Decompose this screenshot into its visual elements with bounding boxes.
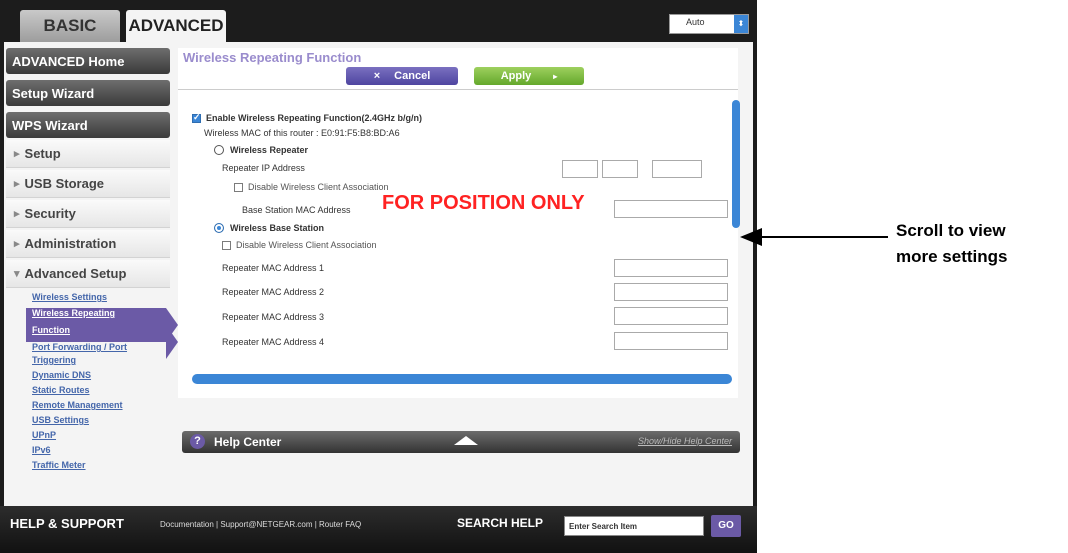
search-input[interactable]: Enter Search Item <box>564 516 704 536</box>
sublink-upnp[interactable]: UPnP <box>32 430 178 443</box>
sublink-remote-management[interactable]: Remote Management <box>32 400 178 413</box>
repeater-mac-3-label: Repeater MAC Address 3 <box>222 312 325 322</box>
sublink-usb-settings[interactable]: USB Settings <box>32 415 178 428</box>
expand-up-icon[interactable] <box>454 436 478 445</box>
apply-button[interactable]: Apply ▸ <box>474 67 584 85</box>
advanced-setup-submenu: Wireless Settings Wireless Repeating Fun… <box>26 292 178 473</box>
sidebar-item-advanced-setup[interactable]: ▾ Advanced Setup <box>6 260 170 288</box>
chevron-right-icon: ▸ <box>14 238 20 250</box>
repeater-mac-1-label: Repeater MAC Address 1 <box>222 263 325 273</box>
annotation-line-1: Scroll to view <box>896 221 1006 240</box>
language-select[interactable]: Auto ⬍ <box>669 14 749 34</box>
chevron-right-icon: ▸ <box>553 71 558 81</box>
repeater-mac-2-input[interactable] <box>614 283 728 301</box>
repeater-ip-label: Repeater IP Address <box>222 163 305 173</box>
setup-wizard-button[interactable]: Setup Wizard <box>6 80 170 106</box>
help-center-bar[interactable]: ? Help Center Show/Hide Help Center <box>182 431 740 453</box>
sidebar-item-usb-storage[interactable]: ▸ USB Storage <box>6 170 170 198</box>
enable-24ghz-row: Enable Wireless Repeating Function(2.4GH… <box>192 112 422 123</box>
show-hide-help-link[interactable]: Show/Hide Help Center <box>638 436 732 446</box>
sidebar-item-label: Setup <box>24 146 61 161</box>
help-support-title: HELP & SUPPORT <box>10 516 124 531</box>
annotation-line <box>756 236 888 238</box>
chevron-down-icon: ▾ <box>14 268 20 280</box>
disable-assoc-label-2: Disable Wireless Client Association <box>236 240 377 250</box>
wireless-base-station-label: Wireless Base Station <box>230 223 324 233</box>
sublink-dynamic-dns[interactable]: Dynamic DNS <box>32 370 178 383</box>
repeater-mac-4-input[interactable] <box>614 332 728 350</box>
chevron-right-icon: ▸ <box>14 148 20 160</box>
sublink-wireless-settings[interactable]: Wireless Settings <box>32 292 178 305</box>
base-station-mac-label: Base Station MAC Address <box>242 205 351 215</box>
horizontal-scrollbar[interactable] <box>192 374 732 384</box>
router-mac-label: Wireless MAC of this router : E0:91:F5:B… <box>204 128 400 138</box>
repeater-mac-4-label: Repeater MAC Address 4 <box>222 337 325 347</box>
repeater-ip-octet-4[interactable] <box>602 160 638 178</box>
annotation-line-2: more settings <box>896 247 1008 266</box>
sidebar-item-label: Advanced Setup <box>24 266 127 281</box>
chevron-right-icon: ▸ <box>14 208 20 220</box>
language-value: Auto <box>686 17 705 27</box>
tab-bar: BASIC ADVANCED Auto ⬍ <box>0 0 757 42</box>
disable-assoc-checkbox-1[interactable] <box>234 182 243 192</box>
help-center-title: Help Center <box>214 435 282 449</box>
sidebar-item-label: Administration <box>24 236 117 251</box>
dropdown-arrows-icon: ⬍ <box>734 15 748 33</box>
disable-assoc-row-2: Disable Wireless Client Association <box>222 240 377 250</box>
sublink-traffic-meter[interactable]: Traffic Meter <box>32 460 178 473</box>
sidebar-item-security[interactable]: ▸ Security <box>6 200 170 228</box>
content-area: Wireless Repeating Function × Cancel Appl… <box>178 48 740 398</box>
page-title: Wireless Repeating Function <box>183 50 362 65</box>
advanced-home-button[interactable]: ADVANCED Home <box>6 48 170 74</box>
wireless-base-station-row: Wireless Base Station <box>214 223 324 233</box>
wps-wizard-button[interactable]: WPS Wizard <box>6 112 170 138</box>
sidebar-item-label: Security <box>24 206 76 221</box>
repeater-mac-1-input[interactable] <box>614 259 728 277</box>
wireless-repeater-radio[interactable] <box>214 145 224 155</box>
vertical-scroll-thumb[interactable] <box>732 100 740 228</box>
close-icon: × <box>373 70 381 82</box>
for-position-only-watermark: FOR POSITION ONLY <box>382 192 585 214</box>
sublink-wireless-repeating[interactable]: Wireless Repeating <box>26 308 178 342</box>
sublink-port-forwarding[interactable]: Port Forwarding / Port <box>32 342 178 355</box>
repeater-mac-2-label: Repeater MAC Address 2 <box>222 287 325 297</box>
sublink-wireless-repeating-function[interactable]: Function <box>26 325 178 359</box>
repeater-mac-3-input[interactable] <box>614 307 728 325</box>
sublink-static-routes[interactable]: Static Routes <box>32 385 178 398</box>
router-window: BASIC ADVANCED Auto ⬍ ADVANCED Home Setu… <box>0 0 757 553</box>
vertical-scrollbar[interactable] <box>732 92 742 354</box>
disable-assoc-row-1: Disable Wireless Client Association <box>234 182 389 192</box>
tab-advanced[interactable]: ADVANCED <box>126 10 226 42</box>
sublink-triggering[interactable]: Triggering <box>32 355 178 368</box>
wireless-repeater-label: Wireless Repeater <box>230 145 308 155</box>
divider <box>178 89 738 90</box>
wireless-base-station-radio[interactable] <box>214 223 224 233</box>
wireless-repeater-row: Wireless Repeater <box>214 145 308 155</box>
sublink-ipv6[interactable]: IPv6 <box>32 445 178 458</box>
annotation-text: Scroll to view more settings <box>896 218 1007 270</box>
help-question-icon: ? <box>190 434 205 449</box>
cancel-button[interactable]: × Cancel <box>346 67 458 85</box>
sidebar: ADVANCED Home Setup Wizard WPS Wizard ▸ S… <box>4 48 178 506</box>
search-help-label: SEARCH HELP <box>457 516 544 530</box>
disable-assoc-checkbox-2[interactable] <box>222 240 231 250</box>
cancel-label: Cancel <box>394 70 431 82</box>
apply-label: Apply <box>500 70 532 82</box>
sidebar-item-administration[interactable]: ▸ Administration <box>6 230 170 258</box>
sidebar-item-label: USB Storage <box>24 176 104 191</box>
go-button[interactable]: GO <box>711 515 741 537</box>
chevron-right-icon: ▸ <box>14 178 20 190</box>
settings-scroll-area[interactable]: Enable Wireless Repeating Function(2.4GH… <box>182 92 732 354</box>
repeater-ip-octet-5[interactable] <box>652 160 702 178</box>
enable-24ghz-label: Enable Wireless Repeating Function(2.4GH… <box>206 113 422 123</box>
disable-assoc-label-1: Disable Wireless Client Association <box>248 182 389 192</box>
tab-basic[interactable]: BASIC <box>20 10 120 42</box>
repeater-ip-octet-3[interactable] <box>562 160 598 178</box>
footer-links[interactable]: Documentation | Support@NETGEAR.com | Ro… <box>160 520 361 529</box>
enable-24ghz-checkbox[interactable] <box>192 112 201 123</box>
base-station-mac-input[interactable] <box>614 200 728 218</box>
main-panel: ADVANCED Home Setup Wizard WPS Wizard ▸ S… <box>4 42 753 506</box>
sidebar-item-setup[interactable]: ▸ Setup <box>6 140 170 168</box>
footer: HELP & SUPPORT Documentation | Support@N… <box>0 506 757 553</box>
